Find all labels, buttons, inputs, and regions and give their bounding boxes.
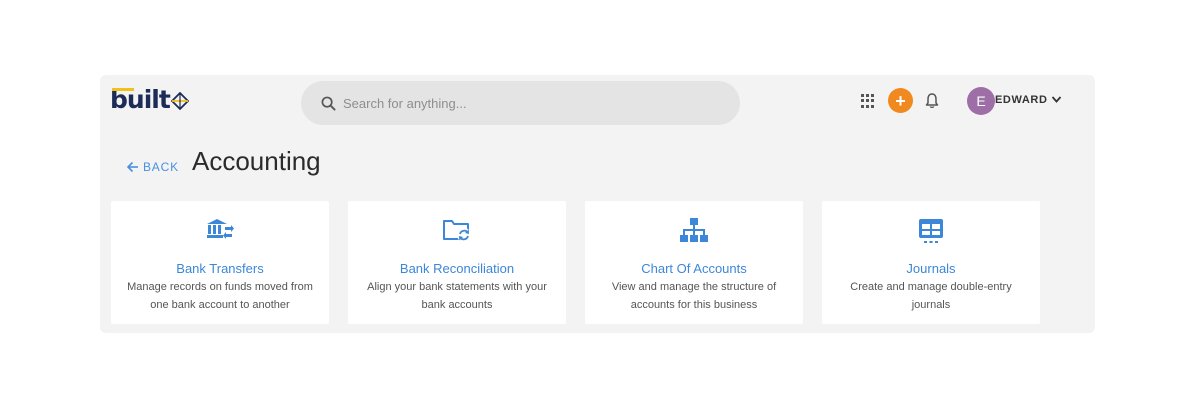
card-description: View and manage the structure of account… — [611, 281, 777, 311]
back-label: BACK — [143, 160, 179, 174]
folder-sync-icon — [443, 220, 471, 242]
sitemap-icon — [680, 218, 708, 242]
arrow-left-icon — [126, 161, 138, 173]
search-icon — [321, 95, 337, 111]
card-chart-of-accounts[interactable]: Chart Of Accounts View and manage the st… — [585, 201, 803, 324]
card-bank-reconciliation[interactable]: Bank Reconciliation Align your bank stat… — [348, 201, 566, 324]
notification-bell-icon[interactable] — [924, 92, 940, 109]
search-bar[interactable] — [301, 81, 740, 125]
add-button[interactable]: + — [888, 88, 913, 113]
chevron-down-icon[interactable] — [1051, 95, 1062, 104]
card-title: Bank Reconciliation — [399, 261, 515, 276]
logo-accent-bar — [112, 88, 134, 91]
card-description: Create and manage double-entry journals — [850, 281, 1012, 311]
card-bank-transfers[interactable]: Bank Transfers Manage records on funds m… — [111, 201, 329, 324]
card-description: Manage records on funds moved from one b… — [127, 281, 313, 311]
logo-diamond-icon — [170, 92, 189, 110]
card-title: Chart Of Accounts — [641, 261, 747, 276]
card-title: Bank Transfers — [176, 261, 264, 276]
back-link[interactable]: BACK — [126, 160, 179, 174]
journal-table-icon — [919, 219, 943, 243]
app-logo[interactable]: built — [110, 87, 189, 113]
page-title: Accounting — [192, 146, 321, 176]
bank-transfer-icon — [207, 219, 234, 239]
user-name[interactable]: EDWARD — [995, 94, 1048, 106]
card-journals[interactable]: Journals Create and manage double-entry … — [822, 201, 1040, 324]
user-avatar[interactable]: E — [967, 87, 995, 115]
apps-grid-icon[interactable] — [861, 94, 875, 108]
card-description: Align your bank statements with your ban… — [367, 281, 547, 311]
search-input[interactable] — [343, 95, 723, 111]
app-frame: built + E EDWARD — [100, 75, 1095, 333]
card-title: Journals — [906, 261, 956, 276]
